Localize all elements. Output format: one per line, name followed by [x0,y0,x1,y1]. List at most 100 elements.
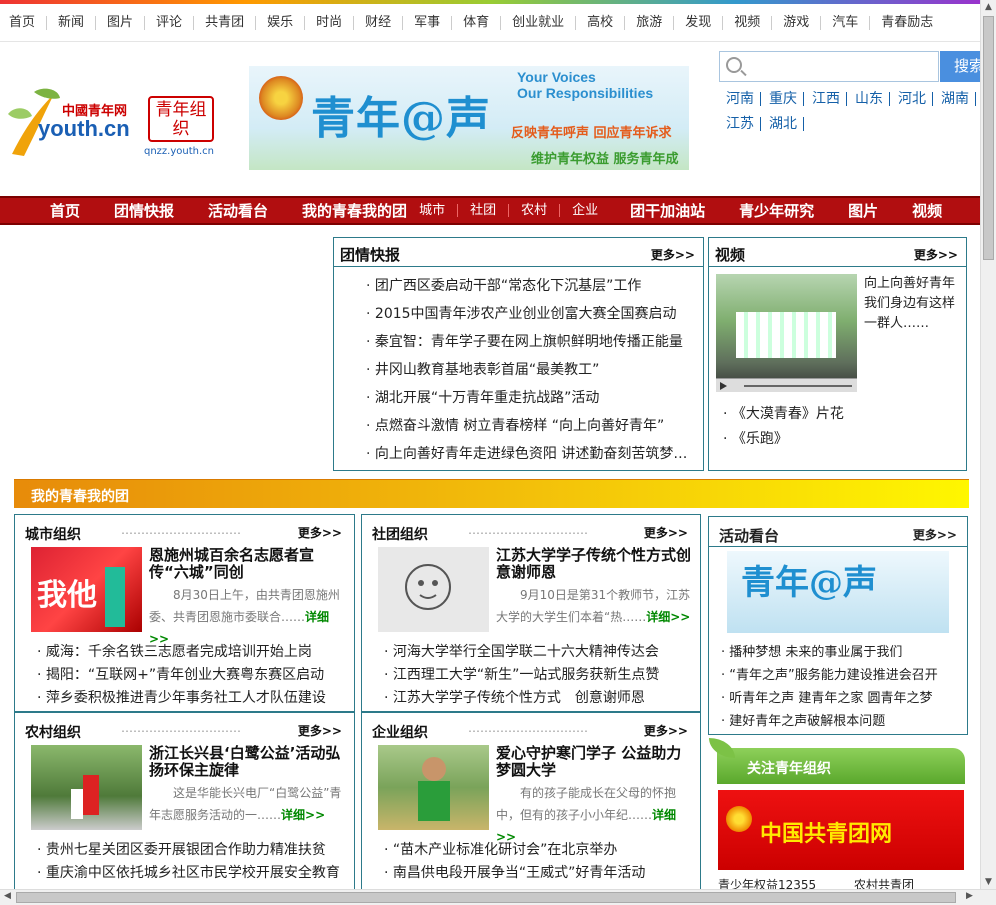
headline-link[interactable]: 浙江长兴县‘白鹭公益’活动弘扬环保主旋律 [149,745,349,779]
headline-link[interactable]: 江苏大学学子传统个性方式创意谢师恩 [496,547,696,581]
topnav-item[interactable]: 游戏 [772,15,822,30]
mainnav-item[interactable]: 青少年研究 [739,200,814,221]
topnav-item[interactable]: 发现 [674,15,724,30]
news-item[interactable]: 秦宜智：青年学子要在网上旗帜鲜明地传播正能量 [366,328,694,356]
video-caption[interactable]: 向上向善好青年我们身边有这样一群人…… [864,274,964,334]
play-icon[interactable] [720,382,727,390]
activity-item[interactable]: 播种梦想 未来的事业属于我们 [721,641,938,664]
video-controls[interactable] [716,378,857,392]
region-link[interactable]: 江西 [806,92,847,106]
mainnav-item[interactable]: 我的青春我的团 [302,200,407,221]
video-link[interactable]: · 《乐跑》 [723,427,844,452]
news-item[interactable]: 团广西区委启动干部“常态化下沉基层”工作 [366,272,694,300]
detail-link[interactable]: 详细>> [646,610,690,624]
mainnav-subitem[interactable]: 城市 [407,204,459,217]
activity-item[interactable]: 听青年之声 建青年之家 圆青年之梦 [721,687,938,710]
region-link[interactable]: 重庆 [763,92,804,106]
mainnav-item[interactable]: 团干加油站 [630,200,705,221]
more-link[interactable]: 更多>> [644,524,688,541]
topnav-item[interactable]: 视频 [723,15,773,30]
headline-link[interactable]: 恩施州城百余名志愿者宣传“六城”同创 [149,547,349,581]
activity-item[interactable]: 建好青年之声破解根本问题 [721,710,938,733]
scroll-up-icon[interactable]: ▲ [983,0,994,14]
topnav-item[interactable]: 时尚 [305,15,355,30]
mainnav-item[interactable]: 图片 [848,200,878,221]
topnav-item[interactable]: 高校 [576,15,626,30]
video-panel-title: 视频 [715,246,746,264]
activity-item[interactable]: “青年之声”服务能力建设推进会召开 [721,664,937,687]
list-item[interactable]: “苗木产业标准化研讨会”在北京举办 [384,839,704,862]
video-more-link[interactable]: 更多>> [914,246,958,263]
mainnav-item[interactable]: 视频 [912,200,942,221]
more-link[interactable]: 更多>> [913,526,957,543]
list-item[interactable]: 重庆渝中区依托城乡社区市民学校开展安全教育 [37,862,357,885]
news-item[interactable]: 2015中国青年涉农产业创业创富大赛全国赛启动 [366,300,694,328]
topnav-item[interactable]: 共青团 [194,15,257,30]
scroll-down-icon[interactable]: ▼ [983,875,994,889]
topnav-item[interactable]: 军事 [403,15,453,30]
list-item[interactable]: 萍乡委积极推进青少年事务社工人才队伍建设 [37,687,357,710]
region-link[interactable]: 山东 [849,92,890,106]
topnav-item[interactable]: 财经 [354,15,404,30]
search-input[interactable] [719,51,939,82]
region-link[interactable]: 湖南 [935,92,976,106]
topnav-item[interactable]: 旅游 [625,15,675,30]
video-progress[interactable] [744,385,852,387]
topnav-item[interactable]: 首页 [0,15,48,30]
scroll-thumb[interactable] [983,16,994,260]
mainnav-subitem[interactable]: 农村 [509,204,561,217]
rural-photo[interactable] [31,745,142,830]
headline-link[interactable]: 爱心守护寒门学子 公益助力梦圆大学 [496,745,696,779]
activity-banner[interactable]: 青年@声 [727,551,949,633]
topnav-item[interactable]: 图片 [96,15,146,30]
enterprise-photo[interactable] [378,745,489,830]
list-item[interactable]: 南昌供电段开展争当“王威式”好青年活动 [384,862,704,885]
topnav-item[interactable]: 青春励志 [870,15,944,30]
cyl-banner[interactable]: 中国共青团网 [718,790,964,870]
horizontal-scrollbar[interactable]: ◀ ▶ [0,889,996,905]
region-link[interactable]: 河北 [892,92,933,106]
topnav-item[interactable]: 创业就业 [501,15,577,30]
video-link[interactable]: · 《大漠青春》片花 [723,402,844,427]
news-item[interactable]: 点燃奋斗激情 树立青春榜样 “向上向善好青年” [366,412,694,440]
scroll-thumb-horizontal[interactable] [16,892,956,903]
topnav-item[interactable]: 新闻 [47,15,97,30]
list-item[interactable]: 威海：千余名铁三志愿者完成培训开始上岗 [37,641,357,664]
mainnav-item[interactable]: 首页 [50,200,80,221]
region-link[interactable]: 湖北 [763,117,804,131]
region-link[interactable]: 江苏 [720,117,761,131]
video-player[interactable] [716,274,857,392]
city-photo[interactable]: 我他 [31,547,142,632]
detail-link[interactable]: 详细>> [281,808,325,822]
mainnav-item[interactable]: 活动看台 [208,200,268,221]
video-link-label: 《乐跑》 [731,431,788,447]
topnav-item[interactable]: 娱乐 [256,15,306,30]
club-photo[interactable] [378,547,489,632]
news-more-link[interactable]: 更多>> [651,246,695,263]
more-link[interactable]: 更多>> [298,524,342,541]
mainnav-subitem[interactable]: 企业 [560,204,610,217]
list-item[interactable]: 江西理工大学“新生”一站式服务获新生点赞 [384,664,704,687]
topnav-item[interactable]: 汽车 [821,15,871,30]
mainnav-item[interactable]: 团情快报 [114,200,174,221]
topnav-item[interactable]: 体育 [452,15,502,30]
news-item[interactable]: 向上向善好青年走进绿色资阳 讲述勤奋刻苦筑梦故事 [366,440,694,468]
scroll-left-icon[interactable]: ◀ [4,891,11,901]
youth-voice-banner[interactable]: 青年@声 Your Voices Our Responsibilities 反映… [249,66,689,170]
news-item[interactable]: 井冈山教育基地表彰首届“最美教工” [366,356,694,384]
vertical-scrollbar[interactable]: ▲ ▼ [980,0,996,889]
list-item[interactable]: 揭阳：“互联网+”青年创业大赛粤东赛区启动 [37,664,357,687]
more-link[interactable]: 更多>> [298,722,342,739]
region-link[interactable]: 河南 [720,92,761,106]
list-item[interactable]: 贵州七星关团区委开展银团合作助力精准扶贫 [37,839,357,862]
mainnav-subitem[interactable]: 社团 [458,204,510,217]
more-link[interactable]: 更多>> [644,722,688,739]
news-panel-title: 团情快报 [340,246,401,264]
list-item[interactable]: 江苏大学学子传统个性方式 创意谢师恩 [384,687,704,710]
search-button[interactable]: 搜索 [940,51,980,82]
scroll-right-icon[interactable]: ▶ [966,891,973,901]
site-logo[interactable]: 中國青年网 youth.cn 青年组织 qnzz.youth.cn [4,82,219,162]
list-item[interactable]: 河海大学举行全国学联二十六大精神传达会 [384,641,704,664]
topnav-item[interactable]: 评论 [145,15,195,30]
news-item[interactable]: 湖北开展“十万青年重走抗战路”活动 [366,384,694,412]
